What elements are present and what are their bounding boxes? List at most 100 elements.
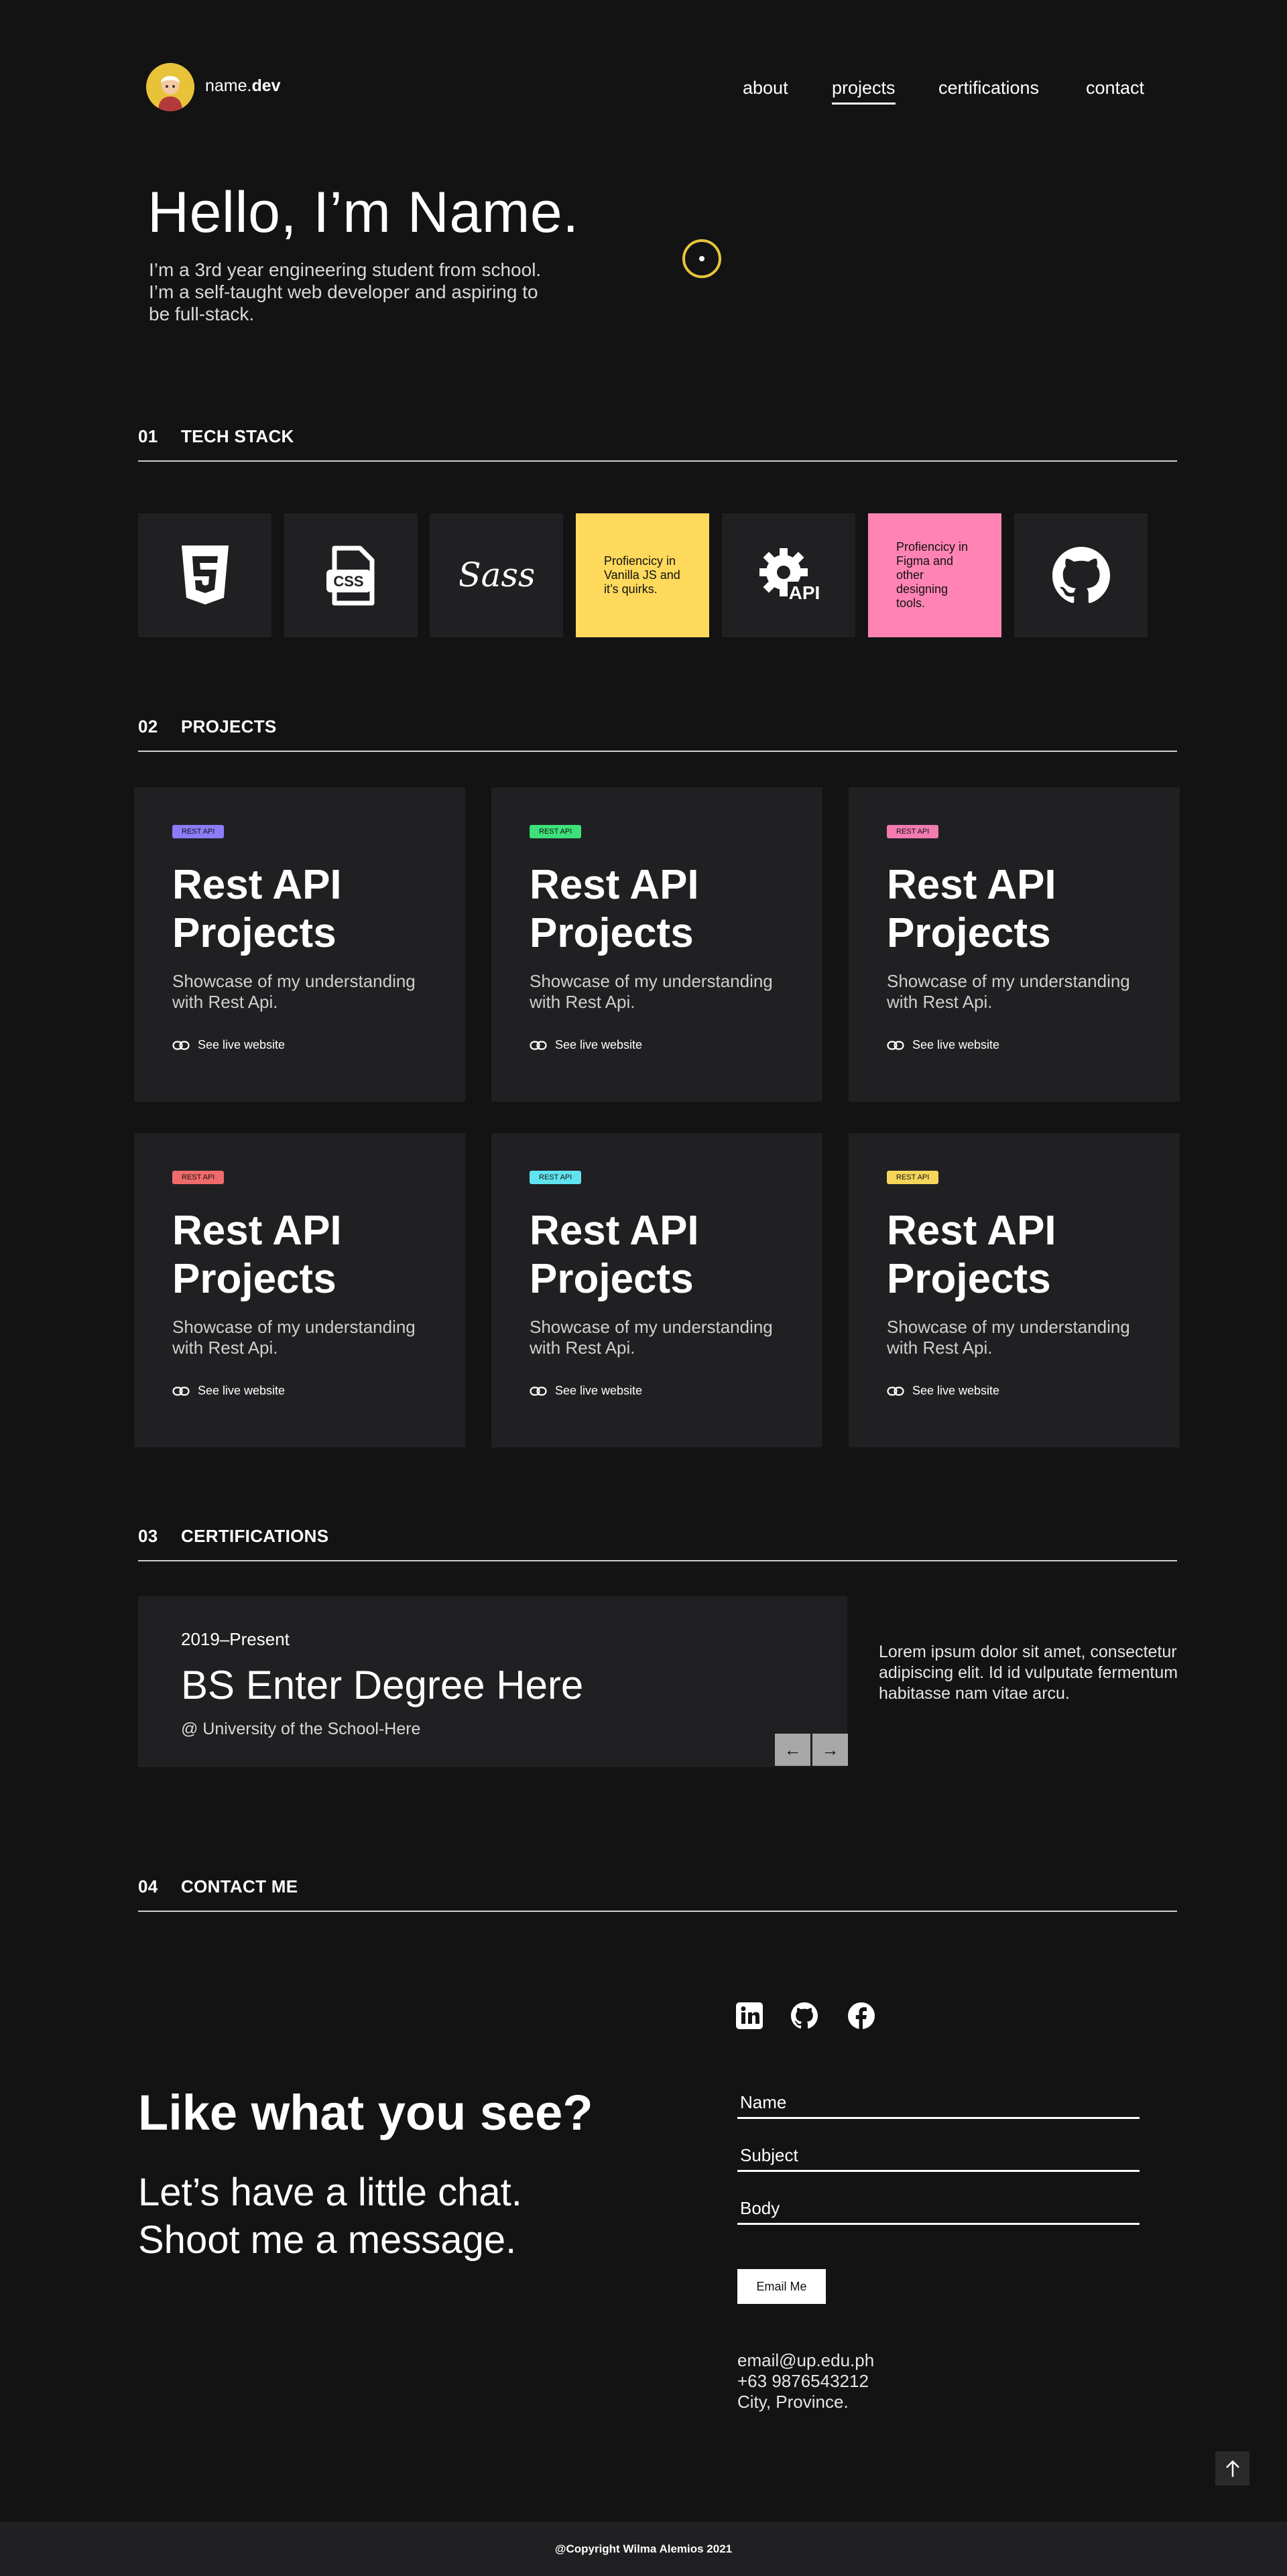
- link-label: See live website: [555, 1038, 643, 1051]
- facebook-icon[interactable]: [848, 2002, 875, 2029]
- sass-label: Sass: [460, 556, 534, 594]
- css-file-icon: CSS: [326, 545, 374, 605]
- section-title: CONTACT ME: [181, 1876, 298, 1896]
- project-title: Rest API Projects: [172, 862, 342, 956]
- section-number: 01: [138, 426, 158, 446]
- github-icon[interactable]: [791, 2002, 818, 2029]
- name-input[interactable]: [737, 2092, 1140, 2117]
- project-card: REST API Rest API Projects Showcase of my …: [491, 1133, 822, 1447]
- link-label: See live website: [198, 1384, 286, 1397]
- section-number: 03: [138, 1526, 158, 1546]
- api-label: API: [788, 582, 820, 603]
- section-heading-projects: 02 PROJECTS: [138, 716, 1177, 752]
- see-live-website-link[interactable]: See live website: [887, 1384, 1142, 1398]
- email-me-button[interactable]: Email Me: [737, 2269, 826, 2304]
- section-number: 02: [138, 716, 158, 736]
- link-label: See live website: [912, 1038, 1000, 1051]
- link-icon: [530, 1040, 547, 1050]
- project-tag: REST API: [172, 825, 225, 838]
- project-title: Rest API Projects: [172, 1208, 342, 1302]
- footer: @Copyright Wilma Alemios 2021: [0, 2522, 1287, 2576]
- project-tag: REST API: [887, 1171, 939, 1184]
- project-card: REST API Rest API Projects Showcase of my …: [849, 787, 1180, 1102]
- project-description: Showcase of my understanding with Rest A…: [887, 1317, 1130, 1358]
- hero-title: Hello, I’m Name.: [147, 180, 579, 245]
- arrow-up-icon: [1225, 2459, 1239, 2477]
- link-label: See live website: [555, 1384, 643, 1397]
- link-label: See live website: [198, 1038, 286, 1051]
- project-description: Showcase of my understanding with Rest A…: [530, 1317, 773, 1358]
- api-gear-icon: API: [759, 548, 821, 603]
- tech-tile-sass: Sass: [430, 513, 563, 637]
- project-title: Rest API Projects: [530, 1208, 699, 1302]
- css-label: CSS: [333, 573, 363, 590]
- project-description: Showcase of my understanding with Rest A…: [887, 971, 1130, 1012]
- body-field: [737, 2198, 1140, 2225]
- tech-tile-api: API: [722, 513, 855, 637]
- nav-projects[interactable]: projects: [832, 78, 896, 105]
- project-tag: REST API: [172, 1171, 225, 1184]
- cert-next-button[interactable]: →: [812, 1734, 848, 1766]
- link-icon: [887, 1040, 904, 1050]
- subject-input[interactable]: [737, 2145, 1140, 2170]
- sass-icon: Sass: [460, 556, 534, 594]
- project-title: Rest API Projects: [530, 862, 699, 956]
- contact-email: email@up.edu.ph: [737, 2350, 875, 2370]
- nav-contact[interactable]: contact: [1086, 78, 1144, 99]
- brand-suffix: dev: [251, 76, 281, 95]
- link-icon: [887, 1386, 904, 1396]
- contact-headline: Like what you see?: [138, 2085, 593, 2140]
- cert-prev-button[interactable]: ←: [775, 1734, 810, 1766]
- link-icon: [172, 1040, 190, 1050]
- contact-message: Let’s have a little chat. Shoot me a mes…: [138, 2169, 522, 2264]
- link-icon: [530, 1386, 547, 1396]
- project-card: REST API Rest API Projects Showcase of my …: [849, 1133, 1180, 1447]
- link-icon: [172, 1386, 190, 1396]
- nav-certifications[interactable]: certifications: [938, 78, 1039, 99]
- contact-line-1: Let’s have a little chat.: [138, 2171, 522, 2214]
- see-live-website-link[interactable]: See live website: [887, 1038, 1142, 1052]
- project-tag: REST API: [887, 825, 939, 838]
- name-field: [737, 2092, 1140, 2119]
- cert-description: Lorem ipsum dolor sit amet, consectetur …: [879, 1643, 1178, 1703]
- nav-about[interactable]: about: [743, 78, 788, 99]
- see-live-website-link[interactable]: See live website: [172, 1038, 427, 1052]
- project-card: REST API Rest API Projects Showcase of my …: [134, 787, 465, 1102]
- section-title: PROJECTS: [181, 716, 277, 736]
- html5-icon: [181, 545, 229, 604]
- contact-location: City, Province.: [737, 2392, 849, 2412]
- hero-subtitle: I’m a 3rd year engineering student from …: [149, 259, 542, 324]
- copyright-text: @Copyright Wilma Alemios 2021: [554, 2542, 733, 2555]
- brand-logo[interactable]: name.dev: [205, 76, 281, 96]
- project-tag: REST API: [530, 1171, 582, 1184]
- contact-info: email@up.edu.ph +63 9876543212 City, Pro…: [737, 2350, 874, 2412]
- see-live-website-link[interactable]: See live website: [530, 1038, 784, 1052]
- back-to-top-button[interactable]: [1215, 2451, 1249, 2486]
- see-live-website-link[interactable]: See live website: [172, 1384, 427, 1398]
- section-heading-certifications: 03 CERTIFICATIONS: [138, 1526, 1177, 1561]
- tech-note-figma: Profiencicy in Figma and other designing…: [868, 513, 1001, 637]
- subject-field: [737, 2145, 1140, 2172]
- section-number: 04: [138, 1876, 158, 1896]
- tech-tile-html: [138, 513, 271, 637]
- tech-note-js: Profiencicy in Vanilla JS and it’s quirk…: [576, 513, 709, 637]
- project-title: Rest API Projects: [887, 1208, 1056, 1302]
- section-title: TECH STACK: [181, 426, 294, 446]
- project-tag: REST API: [530, 825, 582, 838]
- project-card: REST API Rest API Projects Showcase of my …: [134, 1133, 465, 1447]
- linkedin-icon[interactable]: [736, 2002, 763, 2029]
- project-description: Showcase of my understanding with Rest A…: [172, 971, 416, 1012]
- section-title: CERTIFICATIONS: [181, 1526, 329, 1546]
- cert-year: 2019–Present: [181, 1629, 290, 1649]
- section-heading-contact: 04 CONTACT ME: [138, 1876, 1177, 1912]
- see-live-website-link[interactable]: See live website: [530, 1384, 784, 1398]
- cursor-dot: [699, 256, 704, 261]
- project-title: Rest API Projects: [887, 862, 1056, 956]
- body-input[interactable]: [737, 2198, 1140, 2223]
- tech-tile-github: [1014, 513, 1148, 637]
- contact-line-2: Shoot me a message.: [138, 2218, 517, 2262]
- tech-tile-css: CSS: [284, 513, 418, 637]
- brand-prefix: name.: [205, 76, 252, 95]
- project-description: Showcase of my understanding with Rest A…: [172, 1317, 416, 1358]
- section-heading-tech: 01 TECH STACK: [138, 426, 1177, 462]
